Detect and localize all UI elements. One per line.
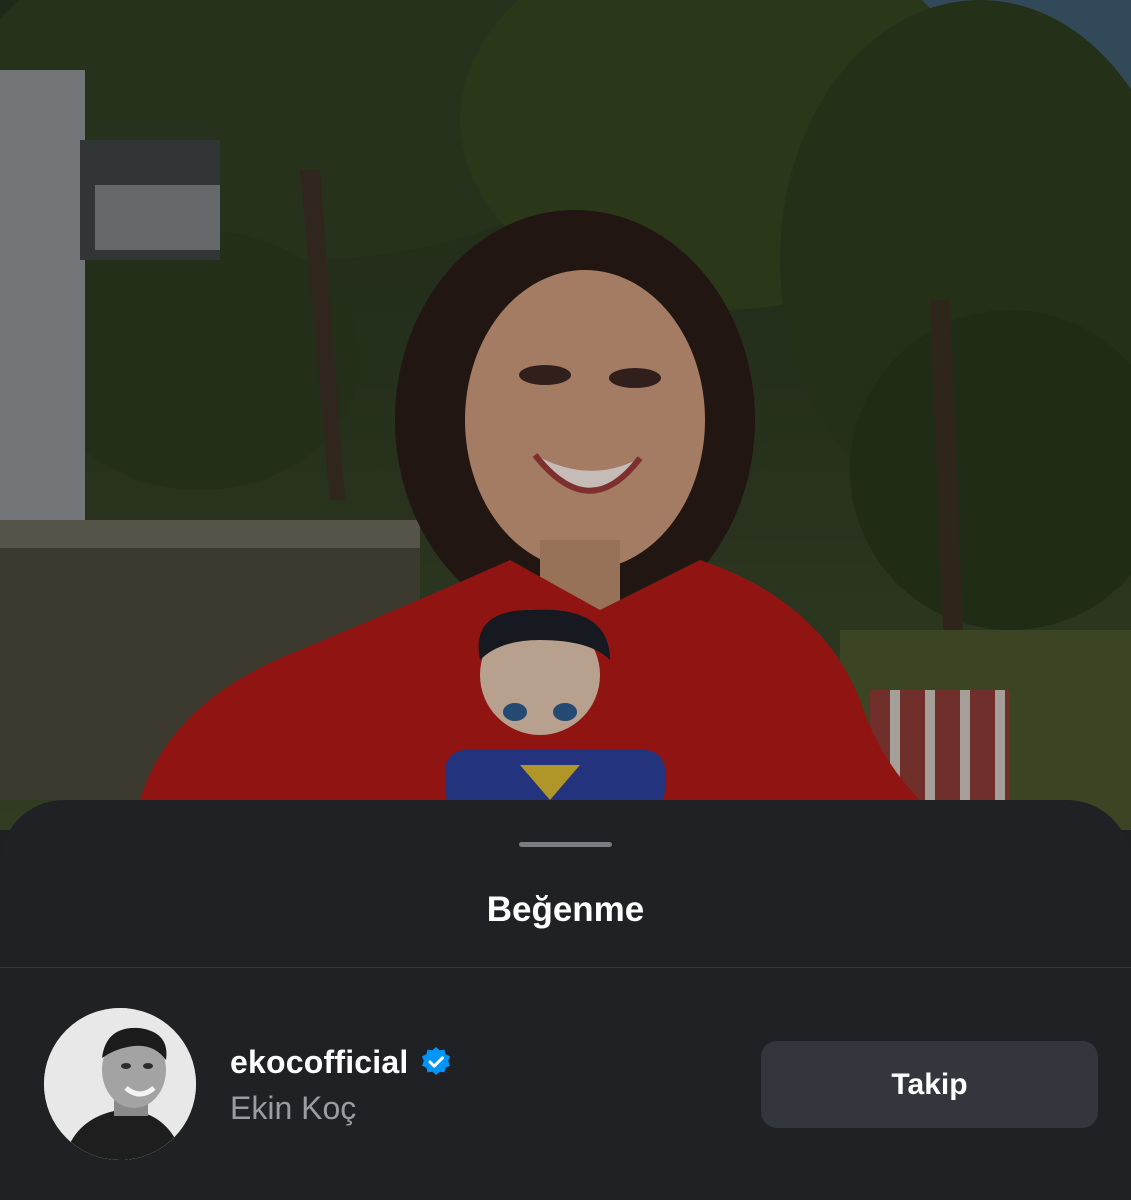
sheet-grabber-handle[interactable] [519,842,612,847]
screen: Beğenme ekocofficial Ekin Koç Takip [0,0,1131,1200]
sheet-title: Beğenme [486,890,645,929]
avatar-photo-icon [44,1008,196,1160]
sheet-divider [0,967,1131,968]
full-name: Ekin Koç [230,1090,357,1126]
username-line: ekocofficial [230,1040,452,1084]
username[interactable]: ekocofficial [230,1044,408,1081]
avatar[interactable] [44,1008,196,1160]
photo-illustration [0,0,1131,830]
list-item[interactable]: ekocofficial Ekin Koç Takip [0,1000,1131,1160]
verified-badge-icon [420,1046,452,1078]
user-info: ekocofficial Ekin Koç [230,1040,452,1128]
follow-button[interactable]: Takip [761,1041,1098,1128]
background-photo [0,0,1131,830]
likes-bottom-sheet: Beğenme ekocofficial Ekin Koç Takip [0,800,1131,1200]
